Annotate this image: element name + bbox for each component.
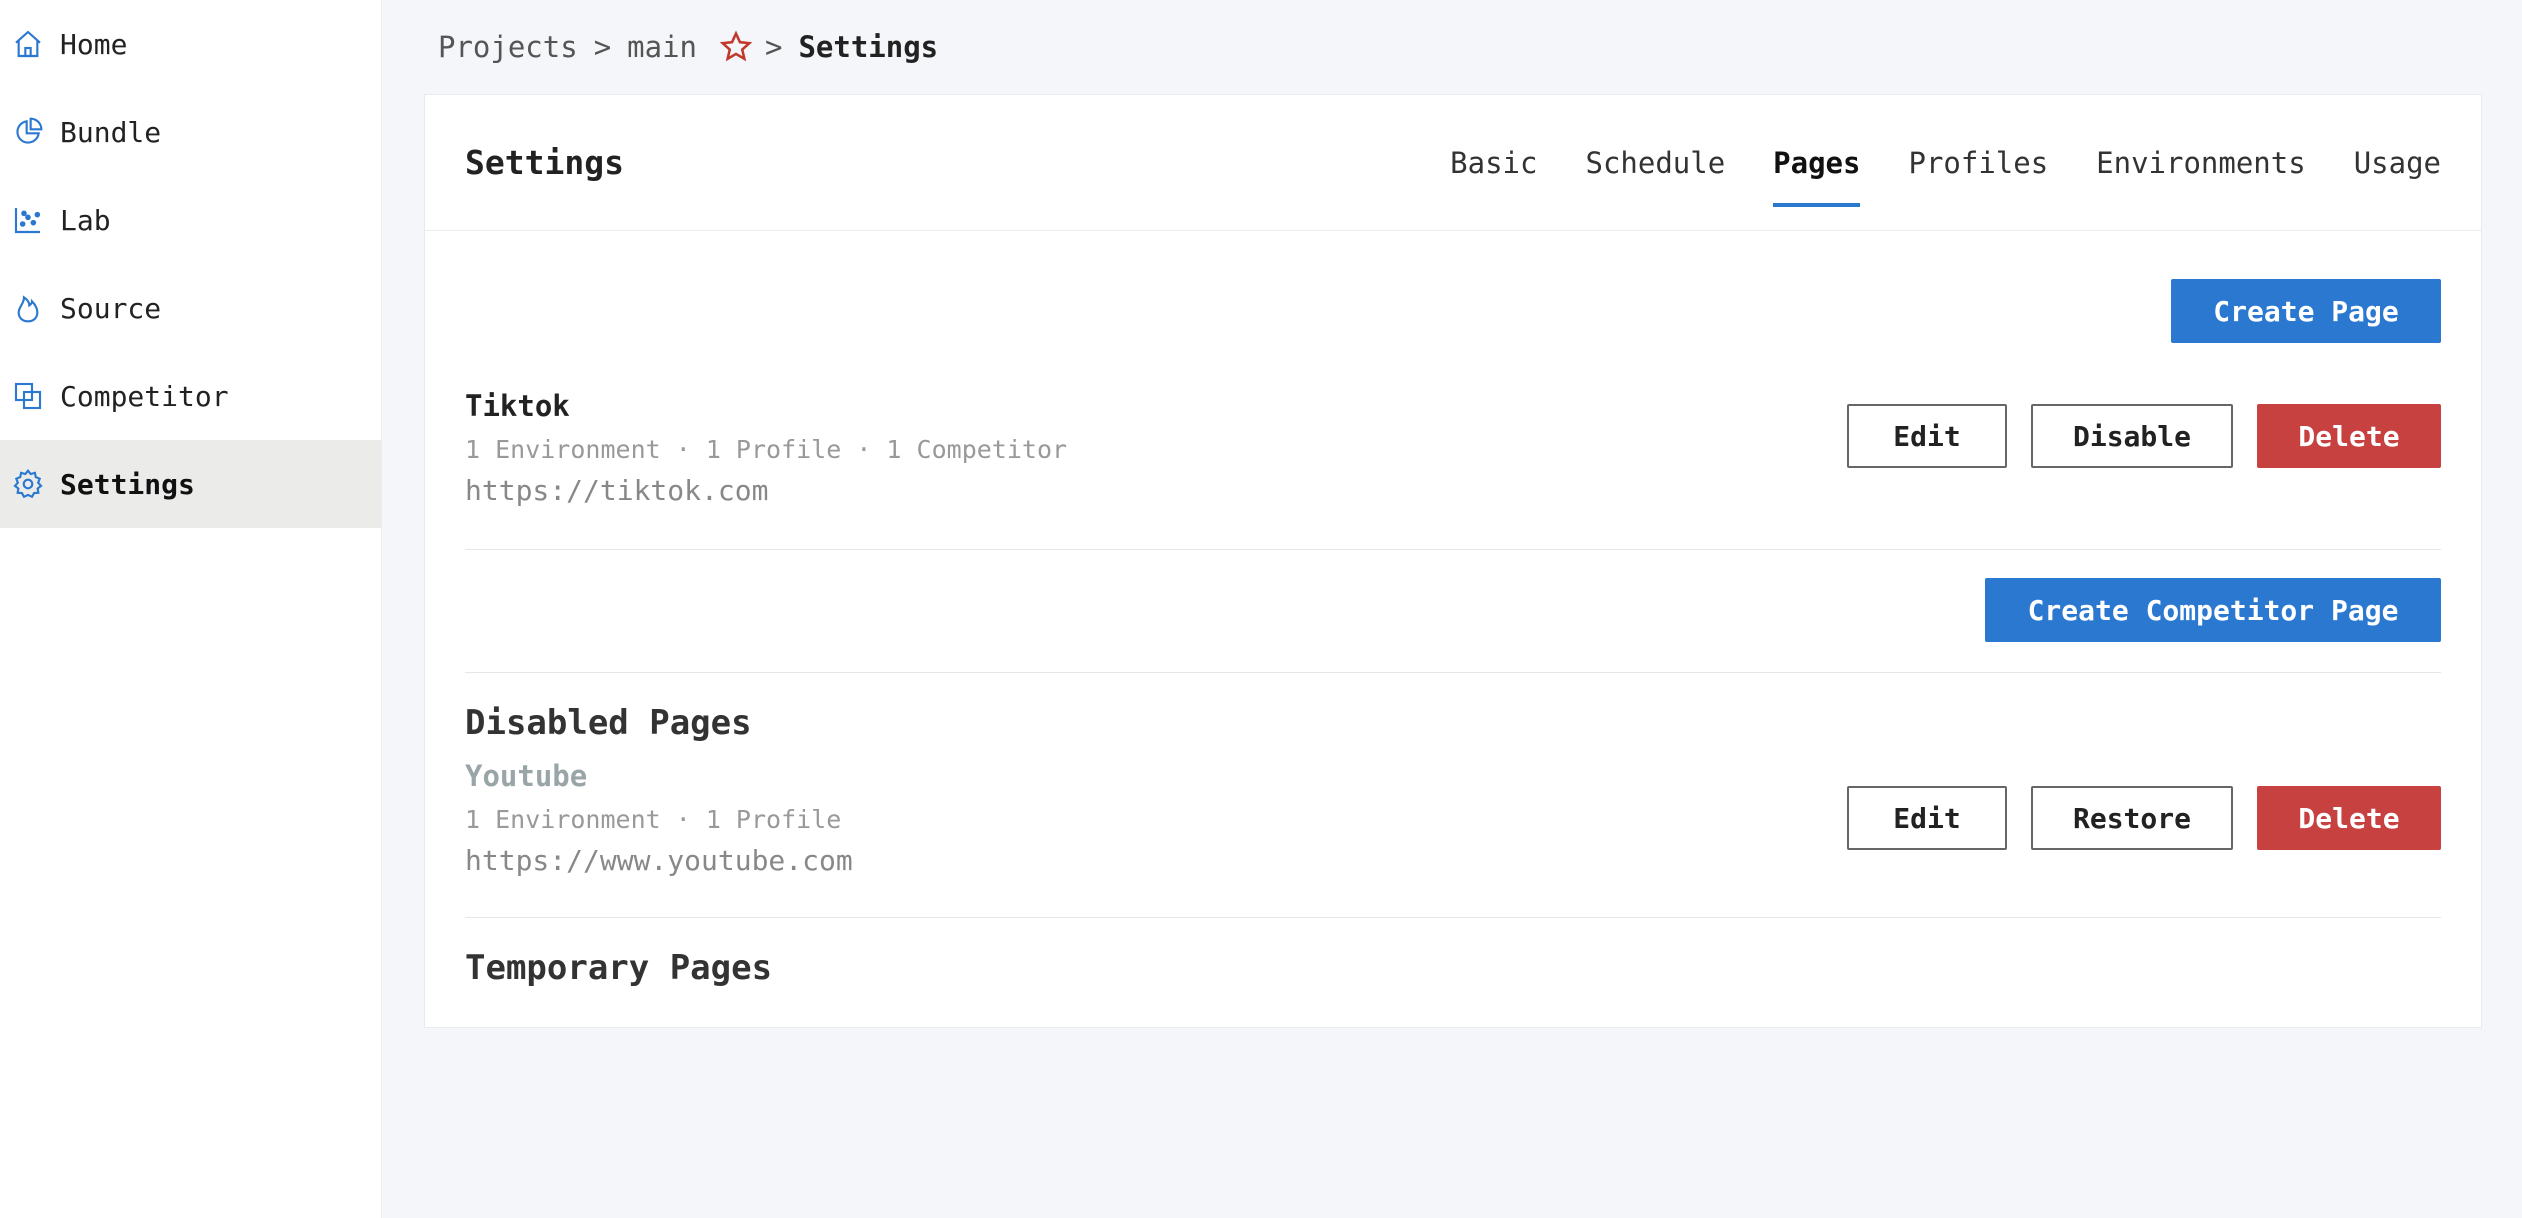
create-competitor-page-button[interactable]: Create Competitor Page (1985, 578, 2441, 642)
disabled-pages-heading: Disabled Pages (465, 703, 752, 743)
settings-tabs: Basic Schedule Pages Profiles Environmen… (1402, 95, 2441, 231)
divider (465, 917, 2441, 918)
flame-icon (12, 292, 44, 324)
tab-schedule[interactable]: Schedule (1585, 95, 1725, 231)
scatter-chart-icon (12, 204, 44, 236)
page-name: Youtube (465, 759, 588, 793)
edit-page-button[interactable]: Edit (1847, 786, 2007, 850)
breadcrumb: Projects > main > Settings (424, 0, 2482, 94)
page-info: Tiktok 1 Environment · 1 Profile · 1 Com… (465, 389, 1067, 507)
settings-card: Settings Basic Schedule Pages Profiles E… (424, 94, 2482, 1028)
divider (465, 672, 2441, 673)
create-page-button[interactable]: Create Page (2171, 279, 2441, 343)
breadcrumb-project-link[interactable]: main (627, 30, 697, 64)
tab-pages[interactable]: Pages (1773, 95, 1861, 231)
page-row-tiktok: Tiktok 1 Environment · 1 Profile · 1 Com… (465, 389, 2441, 507)
page-actions: Edit Disable Delete (1847, 404, 2441, 468)
sidebar-item-label: Home (60, 27, 128, 61)
sidebar-item-lab[interactable]: Lab (0, 176, 381, 264)
sidebar-item-settings[interactable]: Settings (0, 440, 381, 528)
sidebar-item-label: Bundle (60, 115, 162, 149)
page-info: Youtube 1 Environment · 1 Profile https:… (465, 759, 853, 877)
page-actions: Edit Restore Delete (1847, 786, 2441, 850)
restore-page-button[interactable]: Restore (2031, 786, 2233, 850)
edit-page-button[interactable]: Edit (1847, 404, 2007, 468)
sidebar-item-label: Settings (60, 467, 195, 501)
page-url: https://www.youtube.com (465, 844, 853, 877)
sidebar-item-label: Lab (60, 203, 111, 237)
delete-page-button[interactable]: Delete (2257, 786, 2441, 850)
divider (465, 549, 2441, 550)
main-content: Projects > main > Settings Settings Basi… (382, 0, 2522, 1218)
breadcrumb-separator: > (593, 30, 612, 64)
tab-profiles[interactable]: Profiles (1908, 95, 2048, 231)
page-row-youtube: Youtube 1 Environment · 1 Profile https:… (465, 759, 2441, 877)
tab-environments[interactable]: Environments (2096, 95, 2306, 231)
page-url: https://tiktok.com (465, 474, 769, 507)
star-icon[interactable] (719, 30, 753, 64)
sidebar-item-source[interactable]: Source (0, 264, 381, 352)
card-header: Settings Basic Schedule Pages Profiles E… (425, 95, 2481, 231)
sidebar: Home Bundle Lab Source Competitor Settin… (0, 0, 382, 1218)
page-title: Settings (465, 143, 624, 182)
breadcrumb-separator: > (765, 30, 783, 64)
sidebar-item-label: Source (60, 291, 162, 325)
disable-page-button[interactable]: Disable (2031, 404, 2233, 468)
gear-icon (12, 468, 44, 500)
sidebar-item-bundle[interactable]: Bundle (0, 88, 381, 176)
sidebar-item-home[interactable]: Home (0, 0, 381, 88)
page-name: Tiktok (465, 389, 570, 423)
breadcrumb-current: Settings (798, 30, 939, 64)
pie-chart-icon (12, 116, 44, 148)
tab-usage[interactable]: Usage (2354, 95, 2441, 231)
overlap-squares-icon (12, 380, 44, 412)
sidebar-item-competitor[interactable]: Competitor (0, 352, 381, 440)
delete-page-button[interactable]: Delete (2257, 404, 2441, 468)
card-body: Create Page Tiktok 1 Environment · 1 Pro… (425, 279, 2481, 988)
home-icon (12, 28, 44, 60)
page-meta: 1 Environment · 1 Profile (465, 805, 842, 834)
sidebar-item-label: Competitor (60, 379, 229, 413)
breadcrumb-projects-link[interactable]: Projects (438, 30, 578, 64)
temporary-pages-heading: Temporary Pages (465, 948, 773, 988)
tab-basic[interactable]: Basic (1450, 95, 1537, 231)
page-meta: 1 Environment · 1 Profile · 1 Competitor (465, 435, 1068, 464)
